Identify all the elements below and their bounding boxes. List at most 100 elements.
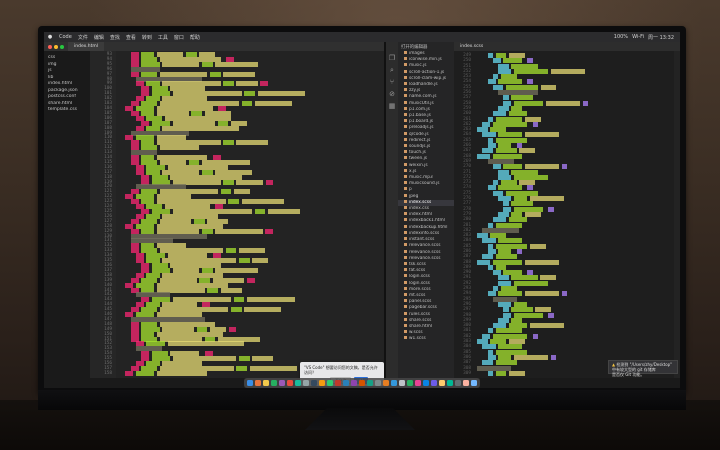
apple-icon[interactable]: ● xyxy=(44,34,56,40)
file-sidebar: css img js lib index.html package.json p… xyxy=(44,51,90,378)
menu-file[interactable]: 文件 xyxy=(75,34,91,41)
menu-bar: ● Code 文件 编辑 查找 查看 转到 工具 窗口 帮助 100% Wi-F… xyxy=(44,32,680,42)
code-token xyxy=(514,312,544,318)
explorer-file-label: login.scss xyxy=(409,280,430,286)
debug-icon[interactable]: ⊘ xyxy=(386,88,398,100)
dock-app-icon[interactable] xyxy=(311,380,317,386)
menu-view[interactable]: 查看 xyxy=(123,34,139,41)
code-token xyxy=(162,169,200,175)
explorer-file-label: index.scss xyxy=(409,199,432,205)
menu-tools[interactable]: 工具 xyxy=(155,34,171,41)
close-icon[interactable] xyxy=(48,44,52,49)
tab-index-scss[interactable]: index.scss xyxy=(460,44,483,49)
menu-window[interactable]: 窗口 xyxy=(171,34,187,41)
code-token xyxy=(239,356,250,362)
dock-app-icon[interactable] xyxy=(407,380,413,386)
file-icon xyxy=(404,88,407,92)
battery-status[interactable]: 100% xyxy=(614,34,628,41)
explorer-file-label: tween.js xyxy=(409,156,428,162)
file-icon xyxy=(404,137,407,141)
taskbar-right xyxy=(480,378,680,388)
dock-app-icon[interactable] xyxy=(247,380,253,386)
code-token xyxy=(202,61,213,67)
dock-app-icon[interactable] xyxy=(343,380,349,386)
monitor-chin xyxy=(38,390,686,410)
code-token xyxy=(503,307,509,313)
dock-app-icon[interactable] xyxy=(327,380,333,386)
code-token xyxy=(146,169,160,175)
code-token xyxy=(503,206,512,212)
code-token xyxy=(254,209,266,214)
code-token xyxy=(498,79,522,85)
dock-app-icon[interactable] xyxy=(359,380,365,386)
wifi-status[interactable]: Wi-Fi xyxy=(632,34,644,41)
menu-goto[interactable]: 转到 xyxy=(139,34,155,41)
files-icon[interactable]: ❐ xyxy=(386,52,398,64)
git-notification: ▲ 检测到 "/Users/zhy/Desktop" 中有较大型的 git 存储… xyxy=(608,360,678,376)
menu-edit[interactable]: 编辑 xyxy=(91,34,107,41)
file-icon xyxy=(404,51,407,54)
source-control-icon[interactable]: ⑂ xyxy=(386,76,398,88)
dock-app-icon[interactable] xyxy=(455,380,461,386)
dock-app-icon[interactable] xyxy=(351,380,357,386)
dock-app-icon[interactable] xyxy=(423,380,429,386)
zoom-icon[interactable] xyxy=(60,44,64,49)
extensions-icon[interactable]: ▦ xyxy=(386,100,398,112)
code-token xyxy=(511,95,533,101)
dock-app-icon[interactable] xyxy=(375,380,381,386)
code-token xyxy=(498,132,522,138)
menu-find[interactable]: 查找 xyxy=(107,34,123,41)
dock-app-icon[interactable] xyxy=(335,380,341,386)
code-token xyxy=(503,95,509,101)
code-token xyxy=(495,222,522,228)
code-token xyxy=(561,164,567,170)
dock-app-icon[interactable] xyxy=(263,380,269,386)
notification-action[interactable]: 是否仅 Git 功能。 xyxy=(612,372,674,378)
tab-index-html[interactable]: index.html xyxy=(68,42,104,51)
explorer-file[interactable]: w1.scss xyxy=(398,336,454,342)
file-icon xyxy=(404,280,407,284)
code-token xyxy=(503,58,522,64)
dock-app-icon[interactable] xyxy=(383,380,389,386)
dock-app-icon[interactable] xyxy=(279,380,285,386)
dock-app-icon[interactable] xyxy=(471,380,477,386)
menu-code[interactable]: Code xyxy=(56,34,75,40)
dock-app-icon[interactable] xyxy=(303,380,309,386)
code-token xyxy=(487,116,493,122)
dock-app-icon[interactable] xyxy=(415,380,421,386)
dock-app-icon[interactable] xyxy=(391,380,397,386)
code-token xyxy=(514,354,549,360)
explorer-file-label: loadhandle.js xyxy=(409,82,438,88)
code-token xyxy=(236,81,258,87)
dock-app-icon[interactable] xyxy=(463,380,469,386)
code-token xyxy=(524,164,560,170)
window-controls xyxy=(44,44,68,49)
code-token xyxy=(151,174,168,180)
explorer-file-label: music.mp3 xyxy=(409,175,433,181)
code-token xyxy=(157,223,224,229)
menu-help[interactable]: 帮助 xyxy=(187,34,203,41)
code-token xyxy=(223,140,234,146)
dock-app-icon[interactable] xyxy=(439,380,445,386)
code-token xyxy=(233,297,245,303)
dock-app-icon[interactable] xyxy=(447,380,453,386)
code-area-js[interactable] xyxy=(474,51,674,378)
dock-app-icon[interactable] xyxy=(431,380,437,386)
dock-app-icon[interactable] xyxy=(271,380,277,386)
minimize-icon[interactable] xyxy=(54,44,58,49)
code-area-html[interactable] xyxy=(116,51,384,378)
search-icon[interactable]: ⌕ xyxy=(386,64,398,76)
dock-app-icon[interactable] xyxy=(255,380,261,386)
dock-app-icon[interactable] xyxy=(399,380,405,386)
code-token xyxy=(220,287,242,293)
explorer-file-label: soundjs.js xyxy=(409,144,431,150)
dock-app-icon[interactable] xyxy=(367,380,373,386)
clock[interactable]: 周一 13:32 xyxy=(648,34,674,41)
dock-app-icon[interactable] xyxy=(287,380,293,386)
dock xyxy=(244,378,480,388)
sidebar-file[interactable]: template.css xyxy=(44,107,90,114)
minimap[interactable] xyxy=(674,51,680,378)
dock-app-icon[interactable] xyxy=(295,380,301,386)
explorer-file-label: mt.scss xyxy=(409,292,426,298)
dock-app-icon[interactable] xyxy=(319,380,325,386)
